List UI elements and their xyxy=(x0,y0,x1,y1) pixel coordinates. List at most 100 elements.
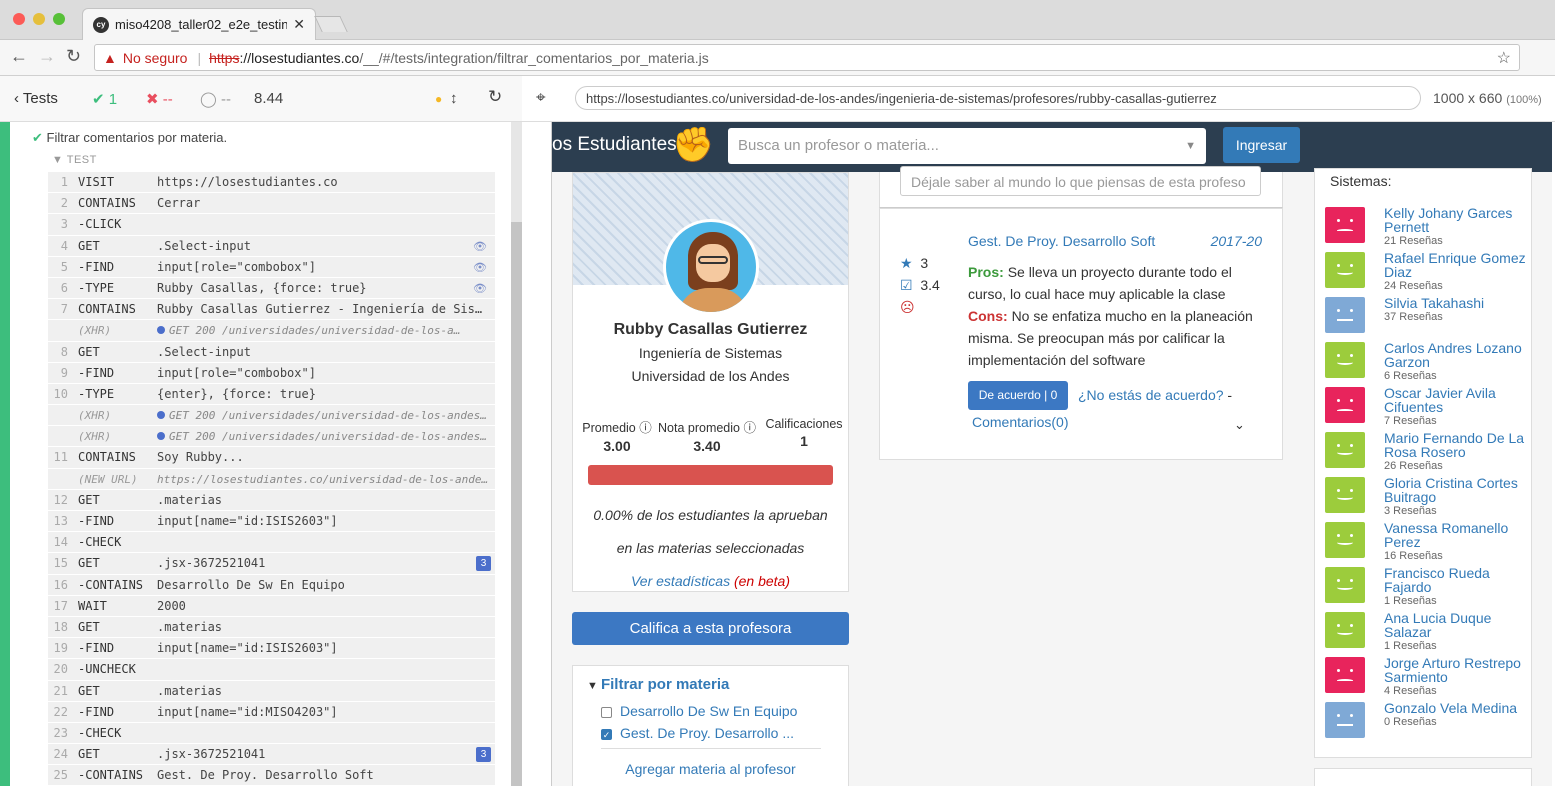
command-row[interactable]: 4 GET .Select-input 👁 xyxy=(48,235,495,257)
professor-item[interactable]: Silvia Takahashi 37 Reseñas xyxy=(1325,295,1530,342)
professor-name[interactable]: Carlos Andres Lozano Garzon xyxy=(1384,340,1522,370)
command-row[interactable]: 20 -UNCHECK xyxy=(48,659,495,681)
professor-item[interactable]: Gloria Cristina Cortes Buitrago 3 Reseñas xyxy=(1325,475,1530,522)
command-row[interactable]: 1 VISIT https://losestudiantes.co xyxy=(48,172,495,194)
stats-link[interactable]: Ver estadísticas (en beta) xyxy=(573,573,848,589)
disagree-link[interactable]: ¿No estás de acuerdo? - xyxy=(1078,387,1232,403)
comment-input[interactable]: Déjale saber al mundo lo que piensas de … xyxy=(900,166,1261,196)
command-row[interactable]: 18 GET .materias xyxy=(48,616,495,639)
checkbox-checked[interactable]: ✓ xyxy=(601,728,612,740)
professor-reviews: 1 Reseñas xyxy=(1384,640,1437,652)
command-row[interactable]: 19 -FIND input[name="id:ISIS2603"] xyxy=(48,638,495,660)
command-row[interactable]: 22 -FIND input[name="id:MISO4203"] xyxy=(48,701,495,723)
professor-name[interactable]: Jorge Arturo Restrepo Sarmiento xyxy=(1384,655,1521,685)
command-row[interactable]: (NEW URL) https://losestudiantes.co/unive… xyxy=(48,468,495,490)
command-row[interactable]: (XHR) GET 200 /universidades/universidad-… xyxy=(48,405,495,427)
professor-item[interactable]: Oscar Javier Avila Cifuentes 7 Reseñas xyxy=(1325,385,1530,432)
site-brand[interactable]: os Estudiantes xyxy=(552,134,677,156)
professor-reviews: 4 Reseñas xyxy=(1384,685,1437,697)
professor-item[interactable]: Jorge Arturo Restrepo Sarmiento 4 Reseñas xyxy=(1325,655,1530,702)
chevron-down-icon[interactable]: ⌄ xyxy=(1234,417,1245,433)
command-row[interactable]: (XHR) GET 200 /universidades/universidad-… xyxy=(48,426,495,448)
professor-name[interactable]: Silvia Takahashi xyxy=(1384,295,1484,311)
command-row[interactable]: 23 -CHECK xyxy=(48,722,495,745)
reload-icon[interactable]: ↻ xyxy=(66,46,81,67)
comments-link[interactable]: Comentarios(0) xyxy=(972,414,1068,430)
rate-professor-button[interactable]: Califica a esta profesora xyxy=(572,612,849,645)
command-row[interactable]: 7 CONTAINS Rubby Casallas Gutierrez - Inge… xyxy=(48,299,495,321)
forward-arrow-icon[interactable]: → xyxy=(38,46,56,67)
command-message-text: .jsx-3672521041 xyxy=(157,747,266,762)
professor-item[interactable]: Carlos Andres Lozano Garzon 6 Reseñas xyxy=(1325,340,1530,387)
professor-item[interactable]: Mario Fernando De La Rosa Rosero 26 Reseñ… xyxy=(1325,430,1530,477)
command-row[interactable]: 21 GET .materias xyxy=(48,680,495,702)
command-row[interactable]: 25 -CONTAINS Gest. De Proy. Desarrollo Sof… xyxy=(48,765,495,786)
command-row[interactable]: 2 CONTAINS Cerrar xyxy=(48,193,495,215)
back-arrow-icon[interactable]: ← xyxy=(10,46,28,67)
new-tab-button[interactable] xyxy=(314,16,348,32)
command-row[interactable]: 14 -CHECK xyxy=(48,532,495,554)
agree-button[interactable]: De acuerdo | 0 xyxy=(968,381,1068,410)
reporter-scrollbar-thumb[interactable] xyxy=(511,222,522,786)
minimize-window-button[interactable] xyxy=(33,13,45,25)
professor-name[interactable]: Francisco Rueda Fajardo xyxy=(1384,565,1490,595)
professor-name[interactable]: Oscar Javier Avila Cifuentes xyxy=(1384,385,1496,415)
professor-name[interactable]: Gloria Cristina Cortes Buitrago xyxy=(1384,475,1518,505)
command-message: input[name="id:ISIS2603"] xyxy=(157,511,489,531)
professor-item[interactable]: Francisco Rueda Fajardo 1 Reseñas xyxy=(1325,565,1530,612)
professor-name[interactable]: Mario Fernando De La Rosa Rosero xyxy=(1384,430,1524,460)
command-row[interactable]: 9 -FIND input[role="combobox"] xyxy=(48,362,495,384)
command-row[interactable]: 10 -TYPE {enter}, {force: true} xyxy=(48,383,495,406)
command-row[interactable]: 15 GET .jsx-3672521041 3 xyxy=(48,553,495,575)
professor-name[interactable]: Kelly Johany Garces Pernett xyxy=(1384,205,1512,235)
professor-item[interactable]: Vanessa Romanello Perez 16 Reseñas xyxy=(1325,520,1530,567)
professor-name[interactable]: Vanessa Romanello Perez xyxy=(1384,520,1508,550)
info-icon[interactable]: ⓘ xyxy=(639,421,652,435)
professor-item[interactable]: Rafael Enrique Gomez Diaz 24 Reseñas xyxy=(1325,250,1530,297)
maximize-window-button[interactable] xyxy=(53,13,65,25)
browser-tab[interactable]: cy miso4208_taller02_e2e_testing ✕ xyxy=(82,8,316,40)
bookmark-star-icon[interactable]: ☆ xyxy=(1497,48,1511,68)
command-row[interactable]: 12 GET .materias xyxy=(48,489,495,511)
command-row[interactable]: 11 CONTAINS Soy Rubby... xyxy=(48,447,495,469)
command-row[interactable]: 8 GET .Select-input xyxy=(48,341,495,363)
selector-playground-icon[interactable]: ⌖ xyxy=(536,88,546,108)
professor-name[interactable]: Rafael Enrique Gomez Diaz xyxy=(1384,250,1526,280)
address-bar[interactable]: ▲ No seguro | https ://losestudiantes.co… xyxy=(94,44,1520,71)
chevron-down-icon[interactable]: ▼ xyxy=(1185,128,1196,164)
filter-item[interactable]: Desarrollo De Sw En Equipo xyxy=(601,703,797,719)
restart-icon[interactable]: ↻ xyxy=(488,87,502,107)
command-row[interactable]: 3 -CLICK xyxy=(48,214,495,236)
professor-item[interactable]: Kelly Johany Garces Pernett 21 Reseñas xyxy=(1325,205,1530,252)
command-message: 2000 xyxy=(157,596,489,616)
search-input[interactable]: Busca un profesor o materia... ▼ xyxy=(728,128,1206,164)
professor-item[interactable]: Gonzalo Vela Medina 0 Reseñas xyxy=(1325,700,1530,747)
close-tab-icon[interactable]: ✕ xyxy=(293,16,305,33)
tests-button[interactable]: ‹ Tests xyxy=(14,90,58,107)
command-row[interactable]: 17 WAIT 2000 xyxy=(48,595,495,617)
command-number: 5 xyxy=(60,259,68,274)
info-icon[interactable]: ⓘ xyxy=(743,421,756,435)
cons-text: No se enfatiza mucho en la planeación mi… xyxy=(968,308,1253,368)
close-window-button[interactable] xyxy=(13,13,25,25)
review-course[interactable]: Gest. De Proy. Desarrollo Soft xyxy=(968,233,1155,249)
command-row[interactable]: (XHR) GET 200 /universidades/universidad-… xyxy=(48,320,495,342)
command-row[interactable]: 24 GET .jsx-3672521041 3 xyxy=(48,744,495,766)
filter-title[interactable]: ▼ Filtrar por materia xyxy=(587,676,729,693)
command-row[interactable]: 5 -FIND input[role="combobox"] 👁 xyxy=(48,256,495,278)
professor-reviews: 7 Reseñas xyxy=(1384,415,1437,427)
checkbox[interactable] xyxy=(601,706,612,718)
scroll-toggle-icon[interactable]: ↕ xyxy=(450,90,458,107)
command-row[interactable]: 16 -CONTAINS Desarrollo De Sw En Equipo xyxy=(48,574,495,596)
professor-name[interactable]: Gonzalo Vela Medina xyxy=(1384,700,1517,716)
command-number: 22 xyxy=(53,704,68,719)
filter-item[interactable]: ✓ Gest. De Proy. Desarrollo ... xyxy=(601,725,794,741)
test-title[interactable]: ✔ Filtrar comentarios por materia. xyxy=(32,130,227,146)
command-row[interactable]: 6 -TYPE Rubby Casallas, {force: true} 👁 xyxy=(48,277,495,300)
xhr-dot-icon xyxy=(157,432,165,441)
command-row[interactable]: 13 -FIND input[name="id:ISIS2603"] xyxy=(48,511,495,533)
professor-item[interactable]: Ana Lucia Duque Salazar 1 Reseñas xyxy=(1325,610,1530,657)
login-button[interactable]: Ingresar xyxy=(1223,127,1300,163)
professor-name[interactable]: Ana Lucia Duque Salazar xyxy=(1384,610,1491,640)
add-subject-link[interactable]: Agregar materia al profesor xyxy=(573,761,848,777)
